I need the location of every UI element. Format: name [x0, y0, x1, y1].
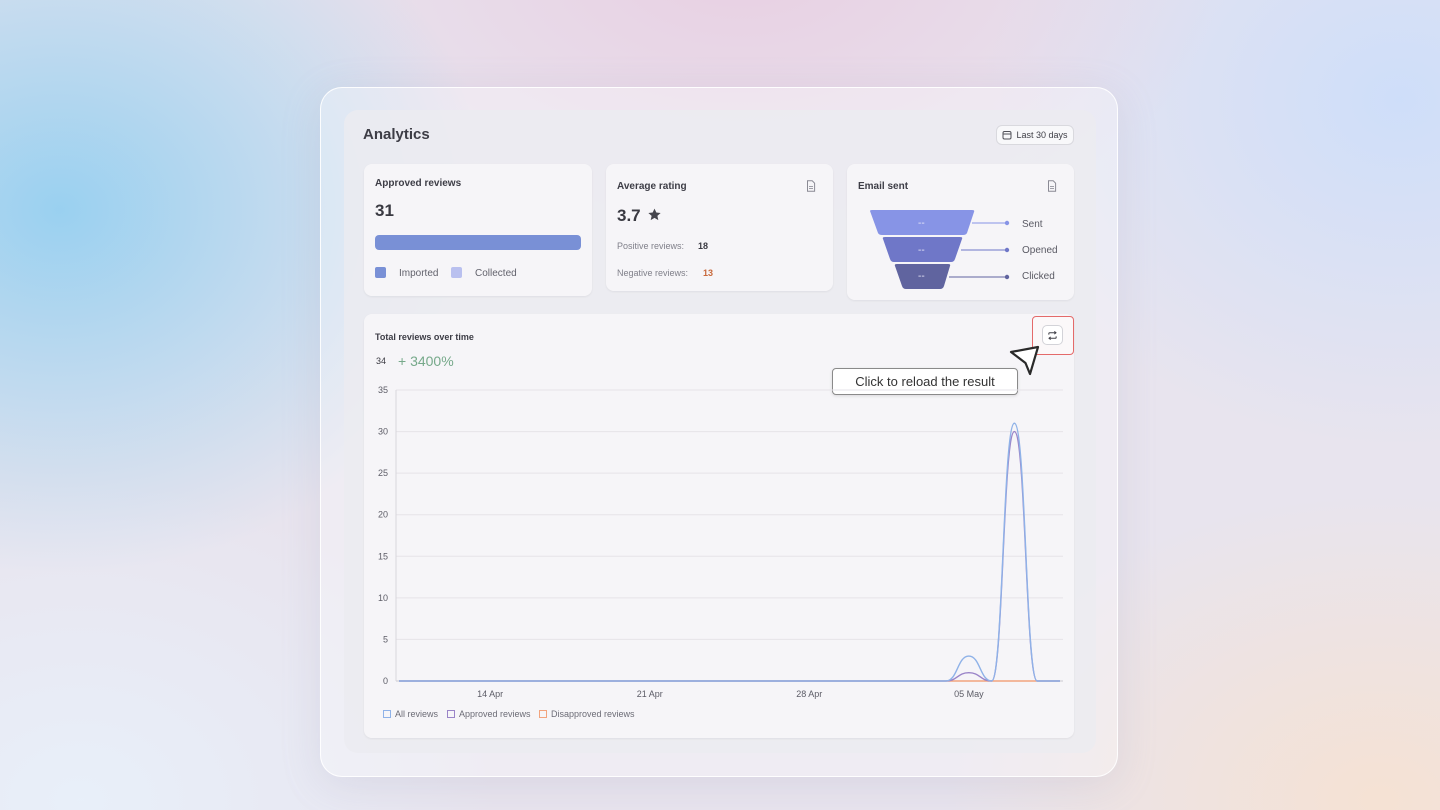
star-icon: [648, 208, 661, 221]
total-reviews-title: Total reviews over time: [375, 332, 474, 342]
y-tick-label: 0: [383, 676, 388, 686]
x-tick-label: 05 May: [954, 689, 984, 699]
negative-reviews-label: Negative reviews:: [617, 268, 689, 278]
average-rating-title: Average rating: [617, 181, 687, 192]
total-reviews-change: + 3400%: [398, 353, 454, 369]
y-tick-label: 20: [378, 510, 388, 520]
y-tick-label: 10: [378, 593, 388, 603]
legend-swatch-disapproved: [539, 710, 547, 718]
reviews-line-chart: 0 5 10 15 20 25 30 35 14 Apr 21 Apr 28 Apr 05 May: [378, 385, 1063, 699]
page-title: Analytics: [363, 126, 430, 143]
x-tick-label: 28 Apr: [796, 689, 822, 699]
positive-reviews-label: Positive reviews:: [617, 241, 685, 251]
positive-reviews-value: 18: [698, 241, 709, 251]
approved-reviews-bar: [375, 235, 581, 250]
funnel-opened-value: --: [918, 245, 925, 256]
y-tick-label: 25: [378, 468, 388, 478]
legend-label-approved: Approved reviews: [459, 709, 531, 719]
y-tick-label: 30: [378, 427, 388, 437]
imported-legend-label: Imported: [399, 268, 439, 279]
chart-legend-all[interactable]: All reviews: [383, 709, 438, 719]
chart-legend-approved[interactable]: Approved reviews: [447, 709, 531, 719]
date-range-button[interactable]: Last 30 days: [996, 125, 1074, 145]
collected-legend-swatch: [451, 267, 462, 278]
imported-legend-swatch: [375, 267, 386, 278]
funnel-clicked-label: Clicked: [1022, 271, 1055, 282]
series-line-all-reviews: [398, 422, 1060, 682]
x-tick-label: 21 Apr: [637, 689, 663, 699]
legend-swatch-approved: [447, 710, 455, 718]
approved-reviews-title: Approved reviews: [375, 178, 462, 189]
chart-legend-disapproved[interactable]: Disapproved reviews: [539, 709, 635, 719]
approved-reviews-value: 31: [375, 201, 394, 220]
legend-label-disapproved: Disapproved reviews: [551, 709, 635, 719]
funnel-opened-label: Opened: [1022, 245, 1058, 256]
funnel-clicked-value: --: [918, 271, 925, 282]
refresh-icon: [1048, 330, 1057, 340]
legend-label-all: All reviews: [395, 709, 439, 719]
email-sent-title: Email sent: [858, 181, 909, 192]
date-range-label: Last 30 days: [1016, 130, 1068, 140]
email-funnel: [870, 210, 1010, 289]
total-reviews-count: 34: [376, 356, 387, 366]
average-rating-value: 3.7: [617, 206, 641, 225]
x-tick-label: 14 Apr: [477, 689, 503, 699]
funnel-sent-label: Sent: [1022, 219, 1043, 230]
document-icon[interactable]: [1047, 180, 1057, 192]
funnel-sent-value: --: [918, 218, 925, 229]
collected-legend-label: Collected: [475, 268, 517, 279]
document-icon[interactable]: [806, 180, 816, 192]
y-tick-label: 15: [378, 551, 388, 561]
legend-swatch-all: [383, 710, 391, 718]
reload-button[interactable]: [1042, 325, 1063, 345]
y-tick-label: 35: [378, 385, 388, 395]
calendar-icon: [1002, 131, 1012, 140]
y-tick-label: 5: [383, 634, 388, 644]
negative-reviews-value: 13: [703, 268, 714, 278]
